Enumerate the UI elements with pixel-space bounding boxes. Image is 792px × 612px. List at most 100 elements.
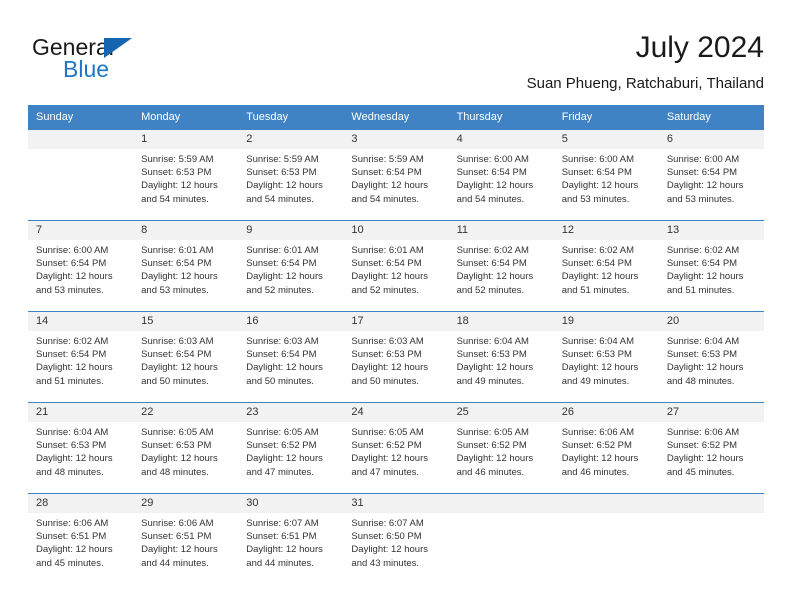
day-cell-inner: 27 Sunrise: 6:06 AM Sunset: 6:52 PM Dayligh…: [658, 403, 764, 493]
calendar-day-cell[interactable]: 27 Sunrise: 6:06 AM Sunset: 6:52 PM Dayligh…: [658, 402, 764, 494]
day-number: 13: [658, 221, 764, 240]
daylight-text: Daylight: 12 hours: [351, 271, 428, 283]
calendar-day-cell[interactable]: 25 Sunrise: 6:05 AM Sunset: 6:52 PM Dayligh…: [448, 402, 554, 494]
calendar-day-cell[interactable]: 13 Sunrise: 6:02 AM Sunset: 6:54 PM Dayligh…: [658, 220, 764, 312]
day-details: Sunrise: 6:06 AM Sunset: 6:51 PM Daylight:…: [28, 513, 133, 570]
calendar-day-cell[interactable]: 7 Sunrise: 6:00 AM Sunset: 6:54 PM Daylight…: [28, 220, 134, 312]
calendar-day-cell[interactable]: 4 Sunrise: 6:00 AM Sunset: 6:54 PM Daylight…: [448, 129, 554, 221]
day-cell-inner: 8 Sunrise: 6:01 AM Sunset: 6:54 PM Daylight…: [133, 221, 239, 311]
calendar-week-row: 7 Sunrise: 6:00 AM Sunset: 6:54 PM Daylight…: [28, 220, 764, 312]
daylight-text-cont: and 52 minutes.: [456, 284, 525, 296]
sunset-text: Sunset: 6:54 PM: [246, 349, 317, 361]
calendar-day-cell[interactable]: 10 Sunrise: 6:01 AM Sunset: 6:54 PM Dayligh…: [343, 220, 449, 312]
weekday-header-tuesday: Tuesday: [238, 105, 344, 130]
sunset-text: Sunset: 6:52 PM: [351, 440, 422, 452]
day-details: Sunrise: 6:06 AM Sunset: 6:51 PM Daylight:…: [133, 513, 238, 570]
day-cell-inner: [658, 494, 764, 584]
calendar-day-cell[interactable]: 2 Sunrise: 5:59 AM Sunset: 6:53 PM Daylight…: [238, 129, 344, 221]
daylight-text-cont: and 53 minutes.: [666, 193, 735, 205]
sunrise-text: Sunrise: 6:02 AM: [456, 245, 529, 256]
calendar-day-cell-empty: [448, 493, 554, 584]
calendar-day-cell[interactable]: 1 Sunrise: 5:59 AM Sunset: 6:53 PM Daylight…: [133, 129, 239, 221]
day-number: 15: [133, 312, 239, 331]
calendar-day-cell[interactable]: 26 Sunrise: 6:06 AM Sunset: 6:52 PM Dayligh…: [553, 402, 659, 494]
day-cell-inner: 31 Sunrise: 6:07 AM Sunset: 6:50 PM Dayligh…: [343, 494, 449, 584]
daylight-text-cont: and 54 minutes.: [351, 193, 420, 205]
day-details: Sunrise: 6:02 AM Sunset: 6:54 PM Daylight:…: [554, 240, 659, 297]
day-cell-inner: 12 Sunrise: 6:02 AM Sunset: 6:54 PM Dayligh…: [553, 221, 659, 311]
calendar-day-cell[interactable]: 3 Sunrise: 5:59 AM Sunset: 6:54 PM Daylight…: [343, 129, 449, 221]
day-number: [553, 494, 659, 513]
daylight-text-cont: and 46 minutes.: [561, 466, 630, 478]
calendar-day-cell[interactable]: 17 Sunrise: 6:03 AM Sunset: 6:53 PM Dayligh…: [343, 311, 449, 403]
calendar-day-cell[interactable]: 30 Sunrise: 6:07 AM Sunset: 6:51 PM Dayligh…: [238, 493, 344, 584]
calendar-day-cell[interactable]: 18 Sunrise: 6:04 AM Sunset: 6:53 PM Dayligh…: [448, 311, 554, 403]
sunset-text: Sunset: 6:54 PM: [351, 258, 422, 270]
day-cell-inner: 22 Sunrise: 6:05 AM Sunset: 6:53 PM Dayligh…: [133, 403, 239, 493]
day-number: [448, 494, 554, 513]
sunset-text: Sunset: 6:54 PM: [561, 258, 632, 270]
calendar-day-cell[interactable]: 21 Sunrise: 6:04 AM Sunset: 6:53 PM Dayligh…: [28, 402, 134, 494]
sunrise-text: Sunrise: 6:06 AM: [561, 427, 635, 438]
calendar-day-cell[interactable]: 11 Sunrise: 6:02 AM Sunset: 6:54 PM Dayligh…: [448, 220, 554, 312]
calendar-day-cell[interactable]: 24 Sunrise: 6:05 AM Sunset: 6:52 PM Dayligh…: [343, 402, 449, 494]
calendar-day-cell[interactable]: 28 Sunrise: 6:06 AM Sunset: 6:51 PM Dayligh…: [28, 493, 134, 584]
calendar-day-cell[interactable]: 14 Sunrise: 6:02 AM Sunset: 6:54 PM Dayligh…: [28, 311, 134, 403]
daylight-text-cont: and 48 minutes.: [141, 466, 209, 478]
calendar-day-cell-empty: [658, 493, 764, 584]
day-cell-inner: 1 Sunrise: 5:59 AM Sunset: 6:53 PM Daylight…: [133, 130, 239, 220]
day-details: Sunrise: 6:02 AM Sunset: 6:54 PM Daylight:…: [449, 240, 554, 297]
day-details: Sunrise: 5:59 AM Sunset: 6:54 PM Daylight:…: [343, 149, 448, 206]
day-details: Sunrise: 6:05 AM Sunset: 6:52 PM Daylight:…: [449, 422, 554, 479]
weekday-header-sunday: Sunday: [28, 105, 134, 130]
calendar-day-cell[interactable]: 19 Sunrise: 6:04 AM Sunset: 6:53 PM Dayligh…: [553, 311, 659, 403]
calendar-week-row: 14 Sunrise: 6:02 AM Sunset: 6:54 PM Dayligh…: [28, 311, 764, 403]
daylight-text: Daylight: 12 hours: [456, 453, 534, 465]
calendar-day-cell[interactable]: 23 Sunrise: 6:05 AM Sunset: 6:52 PM Dayligh…: [238, 402, 344, 494]
day-cell-inner: 3 Sunrise: 5:59 AM Sunset: 6:54 PM Daylight…: [343, 130, 449, 220]
calendar-day-cell[interactable]: 20 Sunrise: 6:04 AM Sunset: 6:53 PM Dayligh…: [658, 311, 764, 403]
daylight-text-cont: and 50 minutes.: [141, 375, 209, 387]
day-number: 27: [658, 403, 764, 422]
sunrise-text: Sunrise: 6:06 AM: [36, 518, 109, 529]
page-header: General Blue July 2024 Suan Phueng, Ratc…: [28, 30, 764, 96]
sunrise-text: Sunrise: 6:07 AM: [351, 518, 424, 529]
day-number: 30: [238, 494, 344, 513]
day-number: 22: [133, 403, 239, 422]
day-number: 17: [343, 312, 449, 331]
daylight-text: Daylight: 12 hours: [36, 362, 113, 374]
sunrise-text: Sunrise: 6:04 AM: [36, 427, 109, 438]
calendar-day-cell-empty: [553, 493, 659, 584]
calendar-day-cell[interactable]: 22 Sunrise: 6:05 AM Sunset: 6:53 PM Dayligh…: [133, 402, 239, 494]
calendar-header-row: Sunday Monday Tuesday Wednesday Thursday Frid…: [28, 105, 764, 130]
sunrise-text: Sunrise: 6:04 AM: [666, 336, 740, 347]
calendar-day-cell[interactable]: 31 Sunrise: 6:07 AM Sunset: 6:50 PM Dayligh…: [343, 493, 449, 584]
calendar-day-cell[interactable]: 15 Sunrise: 6:03 AM Sunset: 6:54 PM Dayligh…: [133, 311, 239, 403]
general-blue-logo[interactable]: General Blue: [32, 34, 232, 92]
day-cell-inner: 7 Sunrise: 6:00 AM Sunset: 6:54 PM Daylight…: [28, 221, 134, 311]
sunset-text: Sunset: 6:53 PM: [141, 440, 212, 452]
day-number: 14: [28, 312, 134, 331]
calendar-day-cell[interactable]: 12 Sunrise: 6:02 AM Sunset: 6:54 PM Dayligh…: [553, 220, 659, 312]
day-details: [554, 513, 659, 517]
calendar-day-cell[interactable]: 9 Sunrise: 6:01 AM Sunset: 6:54 PM Daylight…: [238, 220, 344, 312]
daylight-text-cont: and 51 minutes.: [36, 375, 104, 387]
sunrise-text: Sunrise: 5:59 AM: [246, 154, 319, 165]
sunset-text: Sunset: 6:54 PM: [456, 167, 527, 179]
day-cell-inner: 6 Sunrise: 6:00 AM Sunset: 6:54 PM Daylight…: [658, 130, 764, 220]
calendar-day-cell[interactable]: 16 Sunrise: 6:03 AM Sunset: 6:54 PM Dayligh…: [238, 311, 344, 403]
daylight-text-cont: and 54 minutes.: [456, 193, 525, 205]
daylight-text-cont: and 47 minutes.: [246, 466, 314, 478]
day-number: 7: [28, 221, 134, 240]
calendar-day-cell[interactable]: 29 Sunrise: 6:06 AM Sunset: 6:51 PM Dayligh…: [133, 493, 239, 584]
day-cell-inner: 29 Sunrise: 6:06 AM Sunset: 6:51 PM Dayligh…: [133, 494, 239, 584]
calendar-day-cell[interactable]: 5 Sunrise: 6:00 AM Sunset: 6:54 PM Daylight…: [553, 129, 659, 221]
weekday-header-thursday: Thursday: [448, 105, 554, 130]
weekday-header-saturday: Saturday: [658, 105, 764, 130]
sunset-text: Sunset: 6:53 PM: [456, 349, 527, 361]
sunrise-text: Sunrise: 6:04 AM: [561, 336, 635, 347]
calendar-day-cell[interactable]: 8 Sunrise: 6:01 AM Sunset: 6:54 PM Daylight…: [133, 220, 239, 312]
calendar-day-cell[interactable]: 6 Sunrise: 6:00 AM Sunset: 6:54 PM Daylight…: [658, 129, 764, 221]
day-number: [658, 494, 764, 513]
day-details: Sunrise: 6:07 AM Sunset: 6:51 PM Daylight:…: [238, 513, 343, 570]
